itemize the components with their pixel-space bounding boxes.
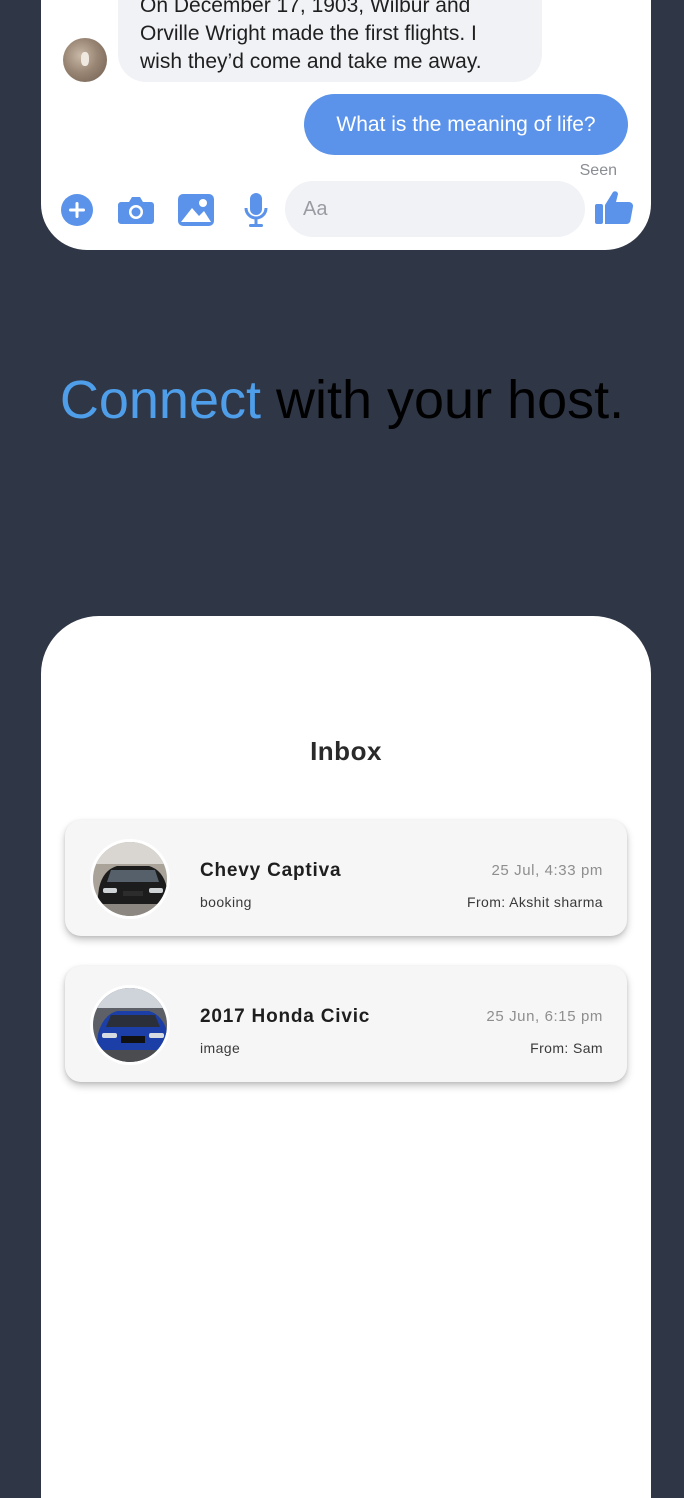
inbox-title: Inbox <box>310 736 382 766</box>
thread-date: 25 Jun, 6:15 pm <box>486 1008 603 1025</box>
thread-date: 25 Jul, 4:33 pm <box>491 862 603 879</box>
headline-accent-word: Connect <box>59 370 261 430</box>
inbox-thread[interactable]: 2017 Honda Civic image 25 Jun, 6:15 pm F… <box>65 966 627 1082</box>
message-input-placeholder: Aa <box>303 197 328 220</box>
image-icon[interactable] <box>176 190 216 230</box>
incoming-message-bubble: On December 17, 1903, Wilbur and Orville… <box>118 0 542 82</box>
outgoing-message-bubble: What is the meaning of life? <box>304 94 628 155</box>
seen-indicator: Seen <box>579 162 617 179</box>
thread-title: 2017 Honda Civic <box>200 1006 371 1027</box>
microphone-icon[interactable] <box>236 190 276 230</box>
inbox-thread[interactable]: Chevy Captiva booking 25 Jul, 4:33 pm Fr… <box>65 820 627 936</box>
chat-preview-card: On December 17, 1903, Wilbur and Orville… <box>41 0 651 250</box>
inbox-preview-card: Inbox Chevy Captiva booking 25 Jul, 4:33… <box>41 616 651 1498</box>
message-input[interactable]: Aa <box>285 181 585 237</box>
thread-sender: From: Sam <box>530 1040 603 1056</box>
thread-sender: From: Akshit sharma <box>467 894 603 910</box>
headline: Connect with your host. <box>0 368 684 432</box>
thread-subtitle: image <box>200 1040 241 1056</box>
outgoing-message-text: What is the meaning of life? <box>336 112 596 136</box>
thread-title: Chevy Captiva <box>200 860 342 881</box>
thread-subtitle: booking <box>200 894 252 910</box>
contact-avatar[interactable] <box>63 38 107 82</box>
incoming-message-text: On December 17, 1903, Wilbur and Orville… <box>140 0 482 73</box>
car-avatar <box>90 839 170 919</box>
car-avatar <box>90 985 170 1065</box>
headline-rest: with your host. <box>260 370 625 430</box>
plus-circle-icon[interactable] <box>57 190 97 230</box>
camera-icon[interactable] <box>116 190 156 230</box>
thumbs-up-icon[interactable] <box>594 187 634 227</box>
